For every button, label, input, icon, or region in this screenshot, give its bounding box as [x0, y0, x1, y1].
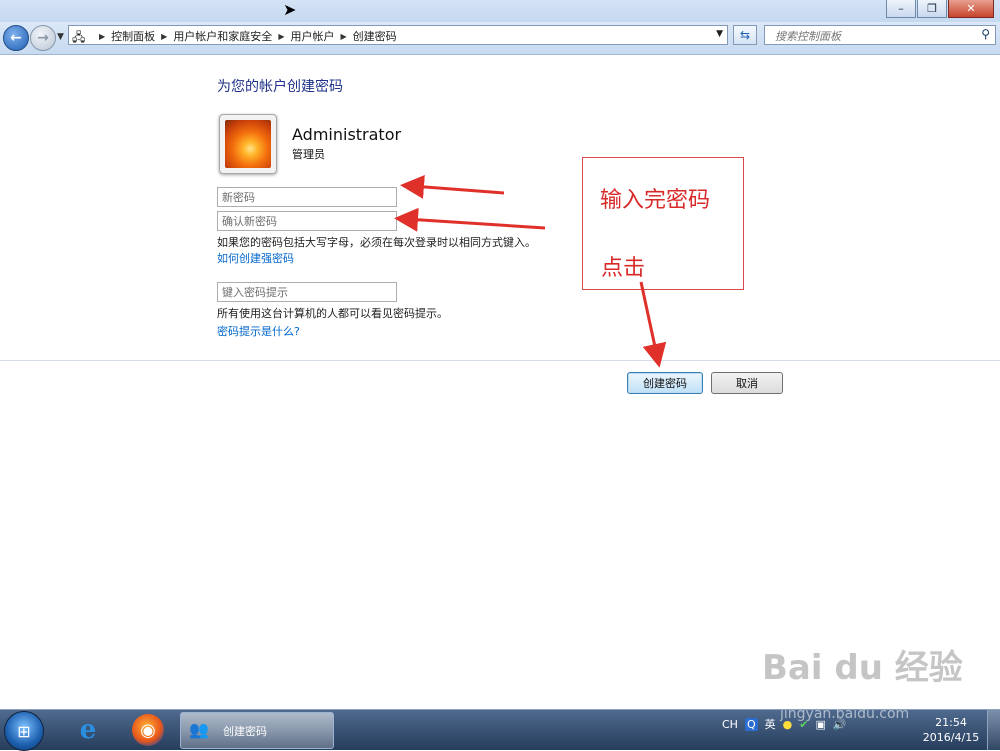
user-accounts-icon: 👥	[189, 720, 209, 739]
baidu-watermark-logo: Bai du 经验	[762, 648, 963, 688]
ime-icon[interactable]: Q	[744, 717, 758, 731]
windows-logo-icon: ⊞	[17, 721, 31, 741]
language-indicator[interactable]: CH	[722, 718, 738, 731]
ime-mode-indicator[interactable]: 英	[765, 716, 776, 732]
clock-time: 21:54	[935, 716, 967, 729]
clock[interactable]: 21:54 2016/4/15	[920, 715, 982, 745]
start-button[interactable]: ⊞	[4, 711, 44, 751]
arrow-to-confirm-password	[394, 207, 546, 232]
baidu-watermark-url: jingyan.baidu.com	[780, 706, 910, 722]
taskbar-item-label: 创建密码	[223, 725, 267, 738]
clock-date: 2016/4/15	[922, 731, 980, 744]
internet-explorer-icon[interactable]: e	[72, 714, 104, 746]
taskbar-item-create-password[interactable]: 👥 创建密码	[180, 712, 334, 749]
firefox-icon[interactable]: ◉	[132, 714, 164, 746]
arrow-to-new-password	[400, 174, 505, 199]
annotation-arrows	[394, 174, 667, 368]
show-desktop-button[interactable]	[987, 710, 1000, 750]
arrow-to-create-button	[639, 281, 667, 368]
